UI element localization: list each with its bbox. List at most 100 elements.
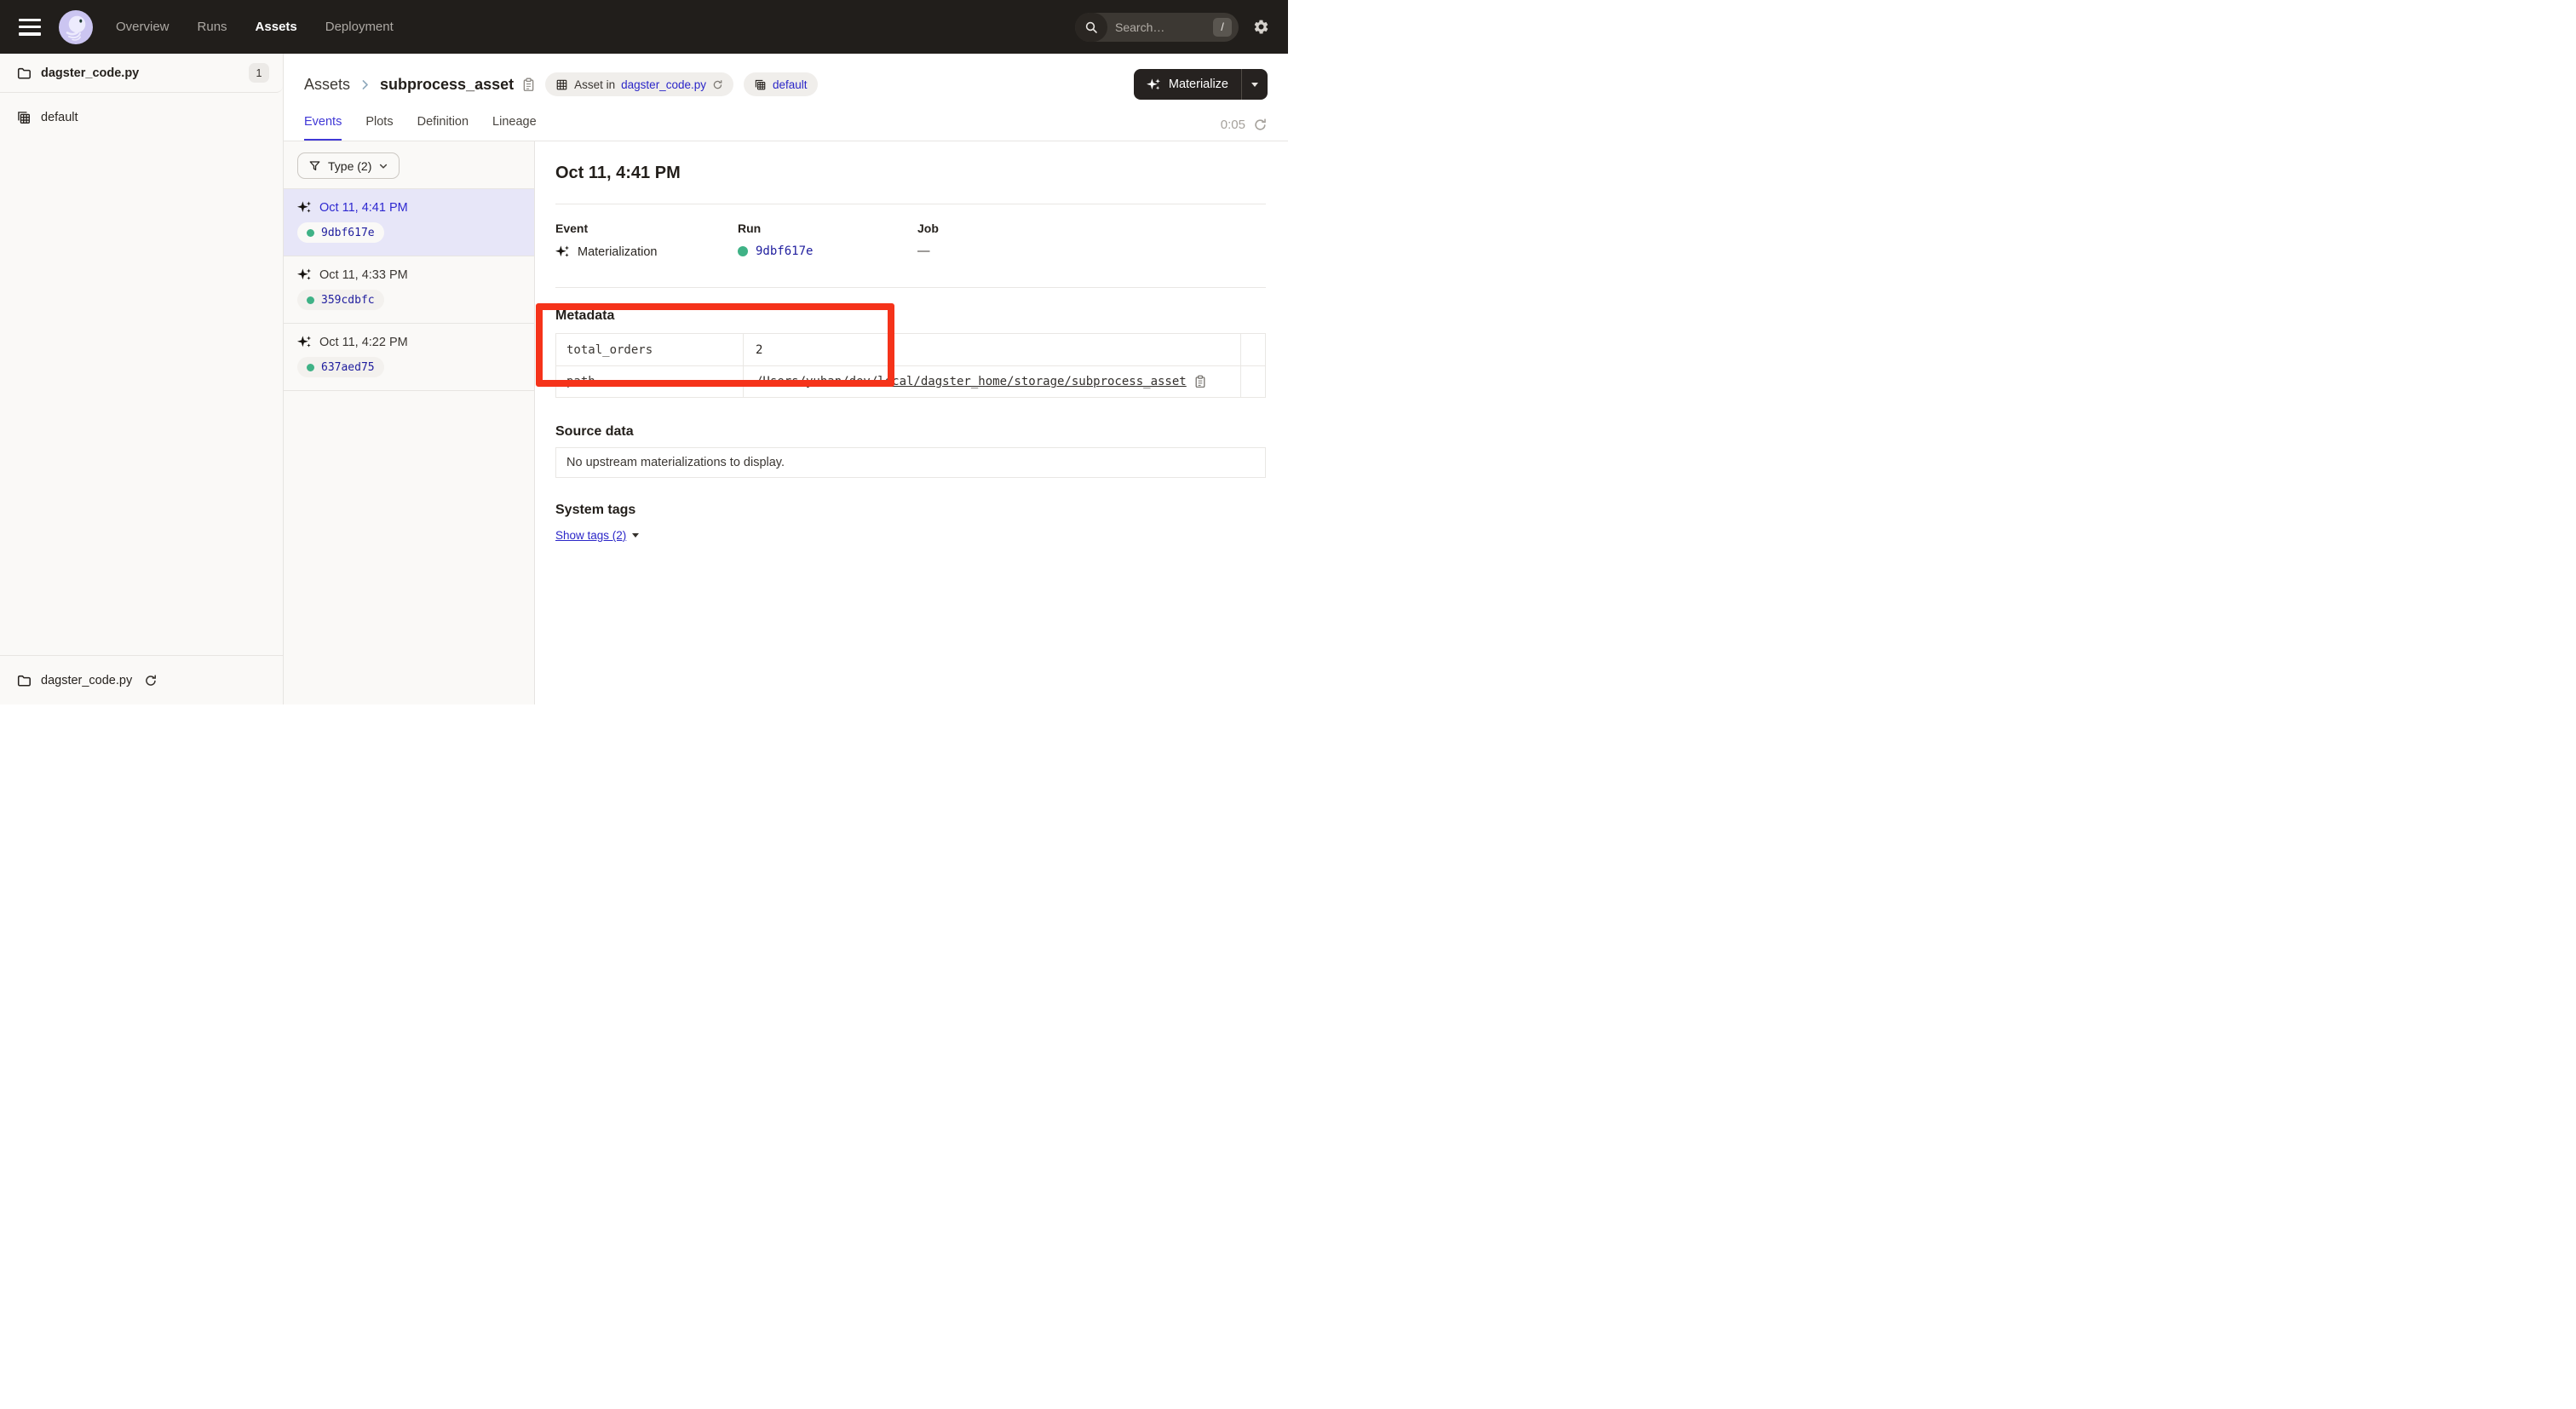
global-search[interactable]: / xyxy=(1075,13,1239,42)
reload-icon xyxy=(144,674,158,687)
source-data-empty-state: No upstream materializations to display. xyxy=(555,447,1266,478)
event-list-item[interactable]: Oct 11, 4:41 PM 9dbf617e xyxy=(284,189,534,256)
asset-group-icon xyxy=(16,110,32,125)
chevron-right-icon xyxy=(359,78,371,91)
page-title: subprocess_asset xyxy=(380,76,514,94)
sparkle-icon xyxy=(1147,78,1161,92)
asset-group-tag[interactable]: default xyxy=(744,72,818,96)
run-tag[interactable]: 637aed75 xyxy=(297,357,384,377)
copy-asset-name-button[interactable] xyxy=(522,78,535,92)
grid-icon xyxy=(555,78,568,91)
breadcrumb: Assets subprocess_asset xyxy=(304,76,535,94)
asset-definition-tag[interactable]: Asset in dagster_code.py xyxy=(545,72,733,96)
copy-icon xyxy=(1194,375,1206,388)
metadata-path-link[interactable]: /Users/yuhan/dev/local/dagster_home/stor… xyxy=(756,375,1187,388)
sidebar-footer-code-location[interactable]: dagster_code.py xyxy=(0,655,283,704)
nav-item-assets[interactable]: Assets xyxy=(256,20,297,34)
run-tag[interactable]: 359cdbfc xyxy=(297,290,384,310)
hamburger-icon xyxy=(19,19,41,21)
code-location-link[interactable]: dagster_code.py xyxy=(621,78,706,91)
run-tag[interactable]: 9dbf617e xyxy=(297,222,384,243)
refresh-icon xyxy=(1253,118,1268,132)
folder-icon xyxy=(16,66,32,81)
metadata-value: 2 xyxy=(743,334,1240,365)
search-icon xyxy=(1075,13,1107,42)
funnel-icon xyxy=(308,159,321,172)
search-input[interactable] xyxy=(1107,20,1213,34)
event-detail-title: Oct 11, 4:41 PM xyxy=(555,164,1266,183)
event-type-value: Materialization xyxy=(578,245,658,259)
top-nav: Overview Runs Assets Deployment / xyxy=(0,0,1288,54)
materialization-sparkle-icon xyxy=(297,267,312,282)
refresh-timer: 0:05 xyxy=(1221,118,1245,132)
breadcrumb-assets-link[interactable]: Assets xyxy=(304,76,350,94)
settings-gear-button[interactable] xyxy=(1253,19,1269,35)
run-id-link: 9dbf617e xyxy=(321,227,375,239)
materialize-button[interactable]: Materialize xyxy=(1134,69,1241,100)
footer-code-location-label: dagster_code.py xyxy=(41,674,132,687)
primary-nav: Overview Runs Assets Deployment xyxy=(116,20,394,34)
code-location-label: dagster_code.py xyxy=(41,66,139,80)
show-tags-toggle[interactable]: Show tags (2) xyxy=(555,529,639,542)
metadata-table: total_orders 2 path /Users/yuhan/dev/loc… xyxy=(555,333,1266,398)
run-status-dot xyxy=(307,364,314,371)
reload-code-location-button[interactable] xyxy=(144,674,158,687)
event-timestamp: Oct 11, 4:22 PM xyxy=(319,336,408,349)
nav-item-overview[interactable]: Overview xyxy=(116,20,170,34)
event-list-item[interactable]: Oct 11, 4:33 PM 359cdbfc xyxy=(284,256,534,324)
tab-events[interactable]: Events xyxy=(304,115,342,141)
folder-icon xyxy=(16,673,32,688)
asset-count-badge: 1 xyxy=(249,63,269,83)
nav-item-runs[interactable]: Runs xyxy=(198,20,227,34)
materialization-sparkle-icon xyxy=(297,200,312,215)
code-location-sidebar: dagster_code.py 1 default dagster_code.p… xyxy=(0,54,284,704)
asset-page-header: Assets subprocess_asset Asset in dagster… xyxy=(284,54,1288,141)
system-tags-heading: System tags xyxy=(555,503,1266,518)
metadata-key: total_orders xyxy=(556,334,743,365)
materialize-split-button[interactable]: Materialize xyxy=(1134,69,1268,100)
caret-down-icon xyxy=(632,533,639,538)
asset-group-label: default xyxy=(41,111,78,124)
event-timestamp: Oct 11, 4:33 PM xyxy=(319,268,408,282)
copy-path-button[interactable] xyxy=(1194,375,1206,388)
chevron-down-icon xyxy=(378,161,388,171)
asset-group-link[interactable]: default xyxy=(773,78,808,91)
run-status-dot xyxy=(738,246,748,256)
metadata-row: path /Users/yuhan/dev/local/dagster_home… xyxy=(556,365,1265,397)
search-shortcut-key: / xyxy=(1213,18,1232,37)
materialization-sparkle-icon xyxy=(297,335,312,349)
tab-definition[interactable]: Definition xyxy=(417,115,469,141)
event-list-item[interactable]: Oct 11, 4:22 PM 637aed75 xyxy=(284,324,534,391)
refresh-page-button[interactable] xyxy=(1253,118,1268,132)
run-status-dot xyxy=(307,229,314,237)
dagster-logo xyxy=(59,10,93,44)
sidebar-item-default-group[interactable]: default xyxy=(0,103,283,132)
metadata-heading: Metadata xyxy=(555,308,1266,324)
run-column-label: Run xyxy=(738,221,917,235)
event-type-filter-button[interactable]: Type (2) xyxy=(297,152,400,179)
metadata-key: path xyxy=(556,366,743,397)
run-id-link: 637aed75 xyxy=(321,361,375,374)
tab-plots[interactable]: Plots xyxy=(365,115,393,141)
refresh-icon[interactable] xyxy=(712,79,723,90)
asset-group-icon xyxy=(754,78,767,91)
event-timestamp: Oct 11, 4:41 PM xyxy=(319,201,408,215)
run-id-link: 359cdbfc xyxy=(321,294,375,307)
source-data-heading: Source data xyxy=(555,424,1266,440)
sidebar-item-code-location[interactable]: dagster_code.py 1 xyxy=(0,54,283,93)
nav-item-deployment[interactable]: Deployment xyxy=(325,20,394,34)
hamburger-menu-button[interactable] xyxy=(19,19,41,36)
job-empty-value: — xyxy=(917,244,930,258)
metadata-row: total_orders 2 xyxy=(556,334,1265,365)
asset-in-prefix: Asset in xyxy=(574,78,615,91)
run-status-dot xyxy=(307,296,314,304)
caret-down-icon xyxy=(1251,83,1258,87)
event-detail-panel: Oct 11, 4:41 PM Event Materialization xyxy=(535,141,1288,704)
event-column-label: Event xyxy=(555,221,738,235)
event-list-panel: Type (2) Oct 11, 4:41 PM xyxy=(284,141,535,704)
materialize-dropdown-button[interactable] xyxy=(1242,69,1268,100)
tab-lineage[interactable]: Lineage xyxy=(492,115,537,141)
run-id-link[interactable]: 9dbf617e xyxy=(756,244,813,258)
job-column-label: Job xyxy=(917,221,1266,235)
asset-tabs: Events Plots Definition Lineage xyxy=(304,115,537,141)
